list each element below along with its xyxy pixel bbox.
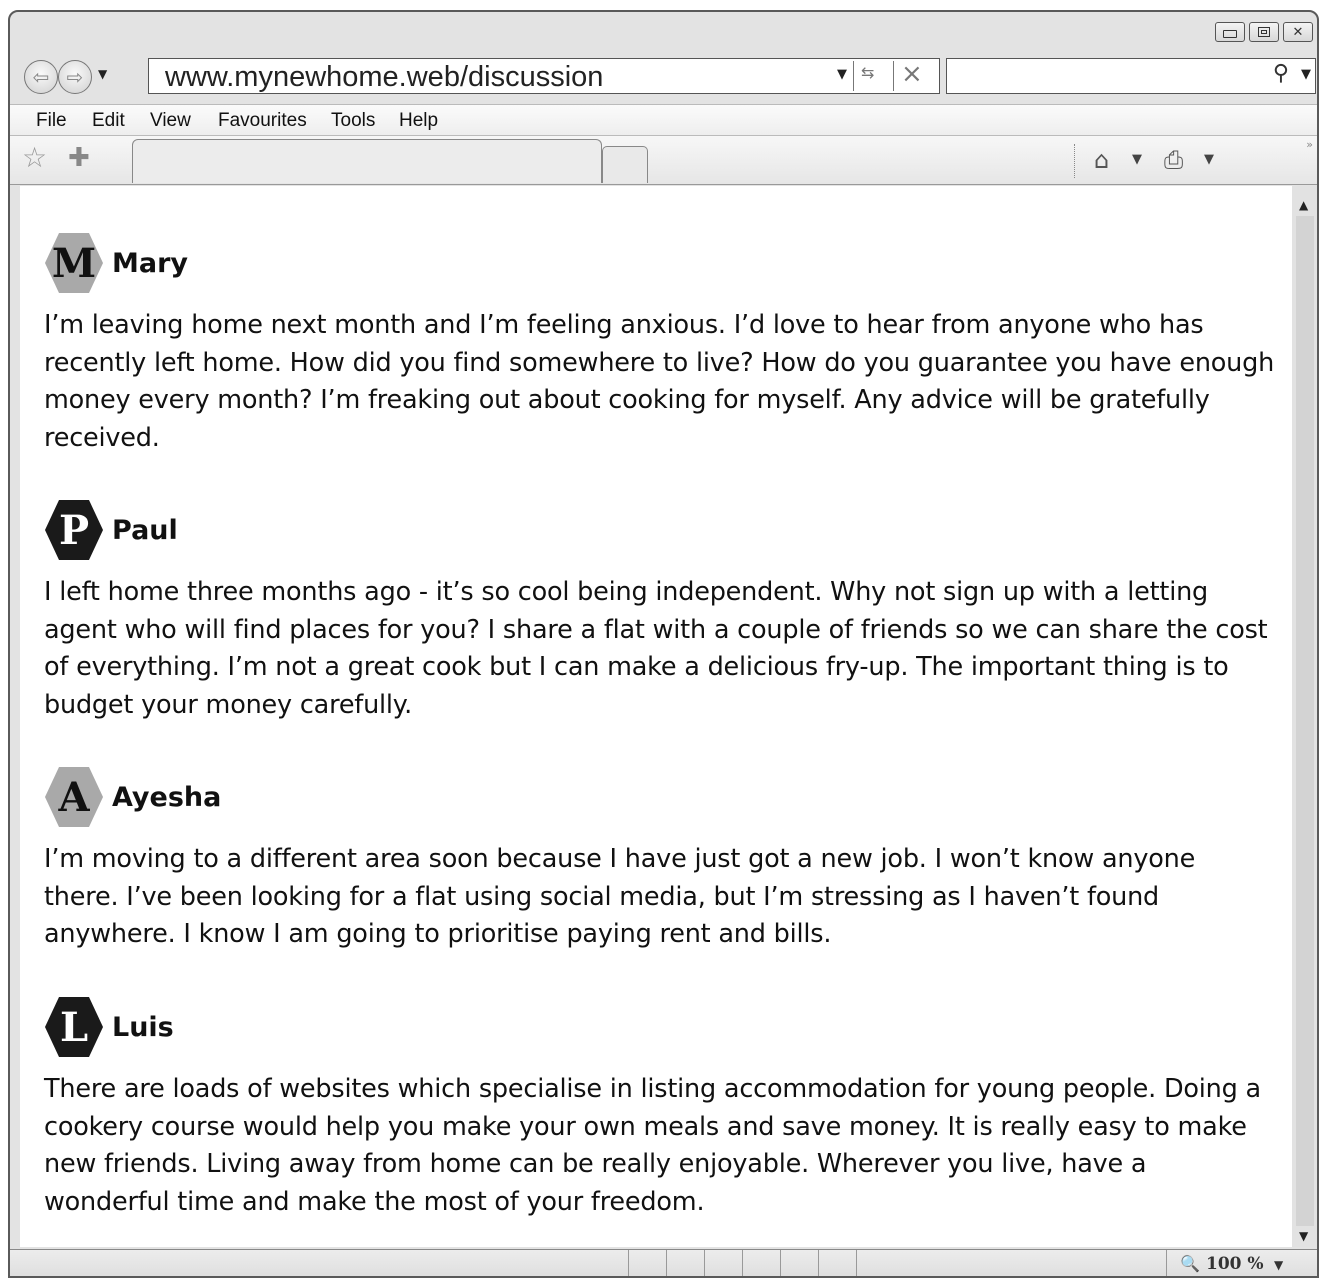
navigation-bar: ⇦ ⇨ ▼ www.mynewhome.web/discussion ▼ ⇆ ×… — [10, 54, 1317, 98]
zoom-icon[interactable]: 🔍 — [1180, 1254, 1200, 1273]
zoom-dropdown-icon[interactable]: ▼ — [1274, 1258, 1283, 1272]
post-header: P Paul — [44, 498, 1284, 562]
post-author: Paul — [112, 514, 178, 546]
forward-button[interactable]: ⇨ — [58, 60, 92, 94]
avatar-initial: L — [59, 1003, 89, 1051]
menu-tools[interactable]: Tools — [331, 110, 375, 132]
tab-current[interactable] — [132, 139, 602, 183]
stop-icon[interactable]: × — [901, 59, 923, 89]
post-body: I’m leaving home next month and I’m feel… — [44, 310, 1275, 453]
post-paul: P Paul I left home three months ago - it… — [44, 498, 1284, 724]
post-body: I’m moving to a different area soon beca… — [44, 844, 1196, 949]
status-divider — [856, 1250, 857, 1276]
page-content: M Mary I’m leaving home next month and I… — [20, 186, 1292, 1247]
avatar-initial: M — [51, 239, 97, 287]
print-icon[interactable]: ⎙ — [1164, 146, 1183, 174]
status-divider — [1166, 1250, 1167, 1276]
chevron-more-icon[interactable]: » — [1306, 138, 1313, 151]
avatar-initial: A — [58, 773, 90, 821]
scroll-up-icon[interactable]: ▲ — [1299, 198, 1308, 212]
history-dropdown-icon[interactable]: ▼ — [98, 67, 107, 81]
post-header: L Luis — [44, 995, 1284, 1059]
post-mary: M Mary I’m leaving home next month and I… — [44, 231, 1284, 457]
post-luis: L Luis There are loads of websites which… — [44, 995, 1284, 1221]
search-dropdown-icon[interactable]: ▼ — [1301, 67, 1311, 82]
address-input[interactable]: www.mynewhome.web/discussion — [165, 61, 603, 94]
status-divider — [780, 1250, 781, 1276]
menu-view[interactable]: View — [150, 110, 191, 132]
forward-arrow-icon: ⇨ — [66, 65, 84, 89]
avatar: A — [44, 765, 104, 829]
menu-edit[interactable]: Edit — [92, 110, 125, 132]
minimize-button[interactable] — [1215, 22, 1245, 42]
avatar-initial: P — [58, 506, 90, 554]
zoom-level[interactable]: 100 % — [1206, 1254, 1264, 1274]
minimize-icon — [1223, 30, 1237, 38]
avatar: P — [44, 498, 104, 562]
print-dropdown-icon[interactable]: ▼ — [1204, 152, 1214, 167]
close-window-button[interactable]: ✕ — [1283, 22, 1313, 42]
post-author: Ayesha — [112, 781, 222, 813]
compatibility-view-icon[interactable]: ⇆ — [861, 63, 874, 82]
scroll-down-icon[interactable]: ▼ — [1299, 1229, 1308, 1243]
back-arrow-icon: ⇦ — [32, 65, 50, 89]
browser-window: ✕ ⇦ ⇨ ▼ www.mynewhome.web/discussion ▼ ⇆… — [8, 10, 1319, 1278]
post-author: Luis — [112, 1011, 174, 1043]
search-icon[interactable]: ⚲ — [1273, 61, 1289, 86]
window-caption-buttons: ✕ — [1215, 22, 1313, 42]
menu-favourites[interactable]: Favourites — [218, 110, 307, 132]
star-icon[interactable]: ☆ — [22, 141, 47, 174]
status-divider — [628, 1250, 629, 1276]
status-divider — [666, 1250, 667, 1276]
post-body: There are loads of websites which specia… — [44, 1074, 1261, 1217]
close-icon: ✕ — [1292, 24, 1304, 40]
favorites-bar: ☆ ✚ ⌂ ▼ ⎙ ▼ » — [10, 136, 1317, 185]
address-divider — [853, 61, 854, 91]
address-divider — [893, 61, 894, 91]
add-favorite-icon[interactable]: ✚ — [68, 143, 90, 173]
post-header: A Ayesha — [44, 765, 1284, 829]
post-ayesha: A Ayesha I’m moving to a different area … — [44, 765, 1284, 954]
status-divider — [704, 1250, 705, 1276]
post-header: M Mary — [44, 231, 1284, 295]
post-author: Mary — [112, 247, 189, 279]
search-box[interactable]: ⚲ ▼ — [946, 58, 1316, 94]
new-tab-button[interactable] — [602, 146, 648, 183]
toolbar-separator — [1074, 144, 1075, 178]
maximize-button[interactable] — [1249, 22, 1279, 42]
address-bar[interactable]: www.mynewhome.web/discussion ▼ ⇆ × — [148, 58, 940, 94]
avatar: M — [44, 231, 104, 295]
address-dropdown-icon[interactable]: ▼ — [837, 67, 847, 82]
restore-icon — [1258, 27, 1270, 37]
menu-file[interactable]: File — [36, 110, 67, 132]
status-bar: 🔍 100 % ▼ — [10, 1249, 1317, 1276]
back-button[interactable]: ⇦ — [24, 60, 58, 94]
menu-bar: File Edit View Favourites Tools Help — [10, 104, 1317, 136]
home-dropdown-icon[interactable]: ▼ — [1132, 152, 1142, 167]
post-body: I left home three months ago - it’s so c… — [44, 577, 1268, 720]
status-divider — [818, 1250, 819, 1276]
home-icon[interactable]: ⌂ — [1094, 146, 1109, 174]
status-divider — [742, 1250, 743, 1276]
scrollbar-track[interactable] — [1296, 216, 1314, 1226]
avatar: L — [44, 995, 104, 1059]
vertical-scrollbar[interactable]: ▲ ▼ — [1292, 186, 1317, 1247]
menu-help[interactable]: Help — [399, 110, 438, 132]
